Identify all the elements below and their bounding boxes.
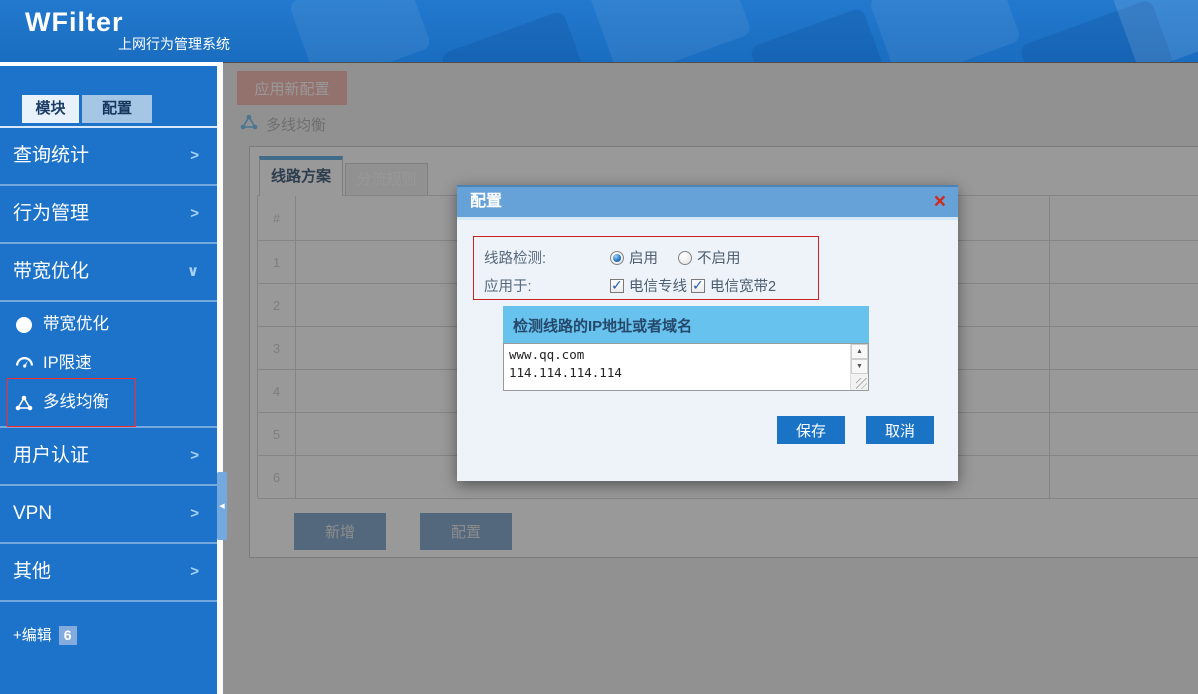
radio-off-icon[interactable]	[678, 251, 692, 265]
sidebar-item-user-auth[interactable]: 用户认证 >	[0, 428, 217, 486]
detect-ip-textarea-wrap: www.qq.com 114.114.114.114 ▲ ▼	[503, 343, 869, 391]
line-detect-fieldset: 线路检测: 启用 不启用 应用于: 电信专线 电信宽带2	[473, 236, 819, 300]
radio-enable[interactable]: 启用	[610, 247, 658, 268]
edit-count-badge: 6	[59, 626, 77, 645]
sidebar-item-query-stats[interactable]: 查询统计 >	[0, 128, 217, 186]
chevron-down-icon: ∨	[187, 244, 199, 300]
checkbox-telecom-broadband2[interactable]: 电信宽带2	[691, 275, 776, 296]
dialog-titlebar: 配置 ×	[457, 185, 958, 220]
close-icon[interactable]: ×	[934, 188, 946, 216]
sidebar-submenu: 带宽优化 IP限速 多线均衡	[0, 302, 217, 428]
config-dialog: 配置 × 线路检测: 启用 不启用 应用于: 电信专线 电信宽带2	[457, 185, 958, 481]
sidebar-collapse-handle[interactable]: ◀	[217, 472, 227, 540]
gauge-icon	[14, 356, 34, 371]
detect-ip-textarea[interactable]: www.qq.com 114.114.114.114	[504, 344, 850, 390]
app-header: WFilter 上网行为管理系统	[0, 0, 1198, 62]
sidebar: 模块配置 查询统计 > 行为管理 > 带宽优化 ∨ 带宽优化 IP限速	[0, 62, 217, 694]
resize-grip-icon[interactable]	[856, 378, 867, 389]
radio-disable[interactable]: 不启用	[678, 247, 741, 268]
chevron-right-icon: >	[190, 428, 199, 484]
tab-modules[interactable]: 模块	[22, 95, 79, 123]
chevron-right-icon: >	[190, 128, 199, 184]
sidebar-item-other[interactable]: 其他 >	[0, 544, 217, 602]
dialog-title: 配置	[470, 193, 502, 210]
sidebar-item-vpn[interactable]: VPN >	[0, 486, 217, 544]
save-button[interactable]: 保存	[777, 416, 845, 444]
edit-link[interactable]: +编辑6	[0, 624, 217, 645]
circle-icon	[14, 317, 34, 333]
sidebar-tab-bar: 模块配置	[22, 95, 217, 123]
app-subtitle: 上网行为管理系统	[118, 34, 230, 54]
textarea-scrollbar[interactable]: ▲ ▼	[850, 344, 868, 390]
chevron-right-icon: >	[190, 186, 199, 242]
network-icon	[14, 395, 34, 411]
chevron-left-icon: ◀	[219, 502, 224, 510]
scroll-down-icon[interactable]: ▼	[851, 359, 868, 374]
chevron-right-icon: >	[190, 486, 199, 542]
line-detect-label: 线路检测:	[484, 247, 610, 268]
apply-to-label: 应用于:	[484, 275, 610, 296]
chevron-right-icon: >	[190, 544, 199, 600]
radio-on-icon[interactable]	[610, 251, 624, 265]
checkbox-telecom-line[interactable]: 电信专线	[610, 275, 687, 296]
selected-item-red-outline: 多线均衡	[7, 378, 136, 427]
sidebar-item-behavior-mgmt[interactable]: 行为管理 >	[0, 186, 217, 244]
checkbox-checked-icon[interactable]	[691, 279, 705, 293]
checkbox-checked-icon[interactable]	[610, 279, 624, 293]
detect-ip-section-header: 检测线路的IP地址或者域名	[503, 306, 869, 343]
sidebar-subitem-multiline-balance[interactable]: 多线均衡	[0, 383, 217, 422]
sidebar-subitem-bandwidth-opt[interactable]: 带宽优化	[0, 305, 217, 344]
cancel-button[interactable]: 取消	[866, 416, 934, 444]
app-logo: WFilter	[25, 7, 124, 38]
tab-config[interactable]: 配置	[82, 95, 152, 123]
scroll-up-icon[interactable]: ▲	[851, 344, 868, 359]
sidebar-item-bandwidth-opt[interactable]: 带宽优化 ∨	[0, 244, 217, 302]
